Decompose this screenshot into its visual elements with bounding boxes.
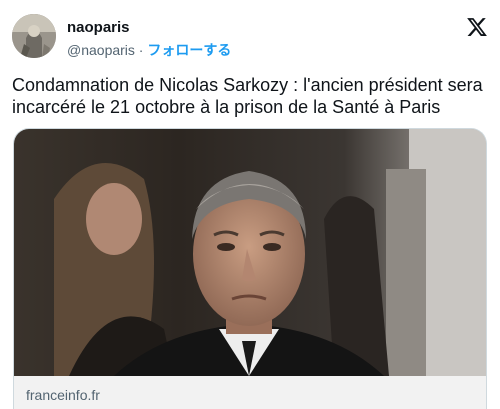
- x-logo-icon[interactable]: [466, 16, 488, 38]
- tweet-header: naoparis @naoparis · フォローする: [12, 14, 488, 62]
- follow-button[interactable]: フォローする: [147, 42, 231, 58]
- link-card[interactable]: franceinfo.fr: [13, 128, 487, 409]
- link-source[interactable]: franceinfo.fr: [26, 387, 100, 403]
- avatar-image: [12, 14, 56, 58]
- tweet-text: Condamnation de Nicolas Sarkozy : l'anci…: [12, 75, 483, 117]
- account-meta: @naoparis · フォローする: [67, 40, 231, 60]
- meta-separator: ·: [134, 42, 148, 58]
- tweet-embed: naoparis @naoparis · フォローする Condamnation…: [0, 0, 500, 409]
- news-photo: [14, 129, 486, 376]
- account-name[interactable]: naoparis: [67, 19, 130, 36]
- account-handle[interactable]: @naoparis: [67, 42, 135, 58]
- x-logo-glyph: [467, 18, 487, 36]
- user-avatar[interactable]: [12, 14, 56, 58]
